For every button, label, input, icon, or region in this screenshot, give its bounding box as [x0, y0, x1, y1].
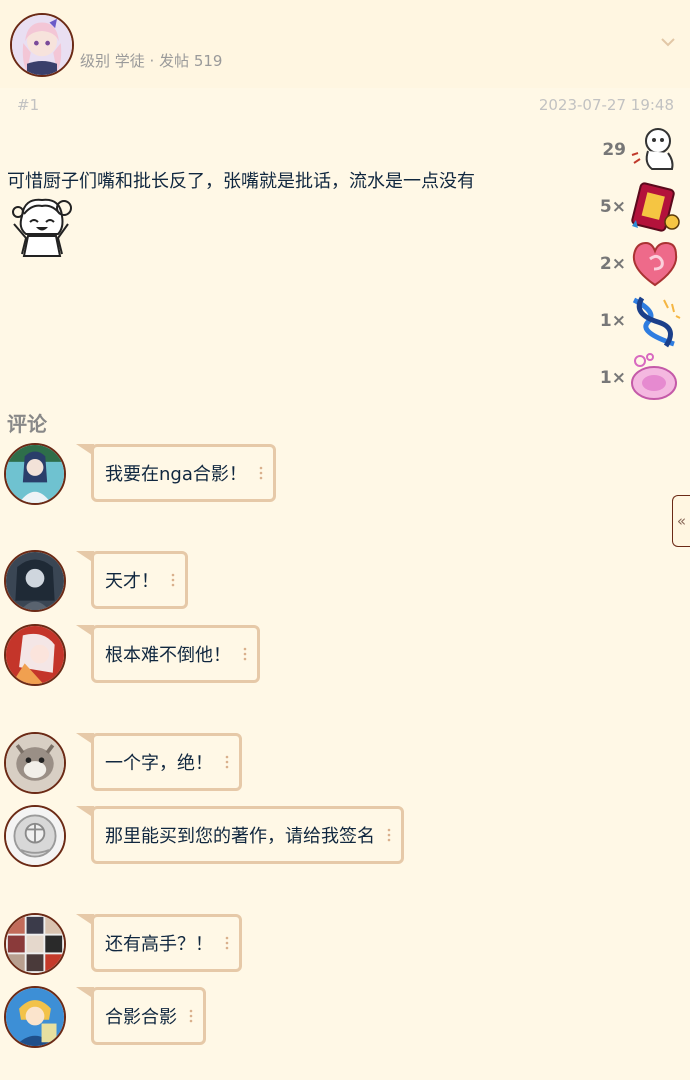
comment-bubble: 一个字，绝！ [76, 733, 242, 791]
comment-avatar[interactable] [4, 986, 66, 1048]
reaction-ghost[interactable]: 29 [602, 124, 682, 176]
reaction-gem[interactable]: 1× [600, 352, 682, 404]
comments-heading: 评论 [7, 412, 47, 436]
pink-heart-icon [632, 241, 678, 287]
reaction-count: 1× [599, 311, 626, 331]
collapse-tab[interactable]: « [672, 495, 690, 547]
comment-avatar[interactable] [4, 624, 66, 686]
ghost-kneel-icon [631, 128, 674, 170]
reaction-count: 5× [599, 197, 626, 217]
chevron-down-icon[interactable] [660, 34, 676, 50]
comment-text: 天才！ [105, 571, 159, 592]
more-options-icon[interactable] [259, 466, 263, 480]
author-avatar[interactable] [10, 13, 74, 77]
comment-bubble: 根本难不倒他！ [76, 625, 260, 683]
comment-bubble: 我要在nga合影！ [76, 444, 276, 502]
comment-text: 一个字，绝！ [105, 753, 213, 774]
comment-avatar[interactable] [4, 732, 66, 794]
more-options-icon[interactable] [243, 647, 247, 661]
thread-page: 级别 学徒 · 发帖 519 #1 2023-07-27 19:48 可惜厨子们… [0, 0, 690, 1080]
post-date: 2023-07-27 19:48 [538, 96, 674, 114]
comment-avatar[interactable] [4, 443, 66, 505]
comment-avatar[interactable] [4, 913, 66, 975]
red-book-icon [631, 182, 680, 232]
comment-text: 那里能买到您的著作，请给我签名 [105, 826, 375, 847]
more-options-icon[interactable] [225, 755, 229, 769]
floor-number: #1 [17, 96, 40, 114]
reaction-count: 1× [599, 368, 626, 388]
comment-bubble: 合影合影 [76, 987, 206, 1045]
more-options-icon[interactable] [225, 936, 229, 950]
more-options-icon[interactable] [171, 573, 175, 587]
reaction-heart[interactable]: 2× [600, 238, 682, 290]
comment-text: 我要在nga合影！ [105, 464, 247, 485]
author-meta: 级别 学徒 · 发帖 519 [80, 52, 223, 70]
comment-avatar[interactable] [4, 805, 66, 867]
more-options-icon[interactable] [189, 1009, 193, 1023]
comment-text: 还有高手？！ [105, 934, 213, 955]
reaction-count: 29 [602, 140, 626, 160]
comment-text: 根本难不倒他！ [105, 645, 231, 666]
dna-helix-icon [632, 296, 681, 348]
laughing-girl-sticker [12, 198, 72, 257]
post-header: 级别 学徒 · 发帖 519 [0, 0, 690, 88]
reaction-count: 2× [599, 254, 626, 274]
comment-bubble: 天才！ [76, 551, 188, 609]
more-options-icon[interactable] [387, 828, 391, 842]
comment-text: 合影合影 [105, 1007, 177, 1028]
post-content: 可惜厨子们嘴和批长反了，张嘴就是批话，流水是一点没有 [7, 171, 475, 192]
comment-bubble: 还有高手？！ [76, 914, 242, 972]
pink-gem-icon [631, 353, 677, 400]
reaction-dna[interactable]: 1× [599, 295, 682, 348]
comment-bubble: 那里能买到您的著作，请给我签名 [76, 806, 404, 864]
reaction-book[interactable]: 5× [600, 181, 682, 233]
comment-avatar[interactable] [4, 550, 66, 612]
